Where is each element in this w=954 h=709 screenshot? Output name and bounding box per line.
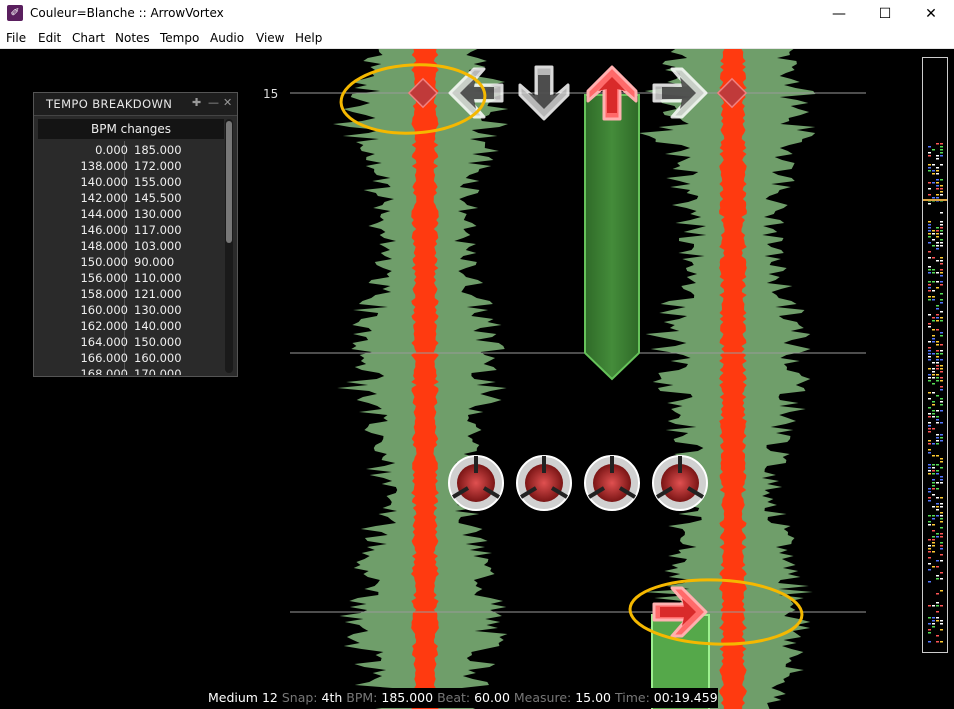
bpm-change-row[interactable]: 164.000 150.000 — [38, 335, 224, 351]
close-button[interactable]: ✕ — [908, 0, 954, 28]
bpm-change-beat: 168.000 — [80, 367, 128, 375]
menu-help[interactable]: Help — [295, 31, 322, 45]
measure-number: 15 — [263, 87, 278, 101]
bpm-change-value: 103.000 — [134, 239, 182, 253]
menu-view[interactable]: View — [256, 31, 284, 45]
bpm-change-row[interactable]: 146.000 117.000 — [38, 223, 224, 239]
bpm-change-beat: 162.000 — [80, 319, 128, 333]
hold-note-up[interactable] — [584, 94, 640, 381]
pin-icon[interactable]: ✚ — [192, 96, 201, 109]
menu-edit[interactable]: Edit — [38, 31, 61, 45]
bpm-change-value: 160.000 — [134, 351, 182, 365]
bpm-change-beat: 142.000 — [80, 191, 128, 205]
title-bar: ✐ Couleur=Blanche :: ArrowVortex — ☐ ✕ — [0, 0, 954, 28]
snap-value: 4th — [321, 690, 343, 705]
bpm-change-beat: 148.000 — [80, 239, 128, 253]
panel-header[interactable]: TEMPO BREAKDOWN ✚ — ✕ — [34, 93, 237, 116]
panel-scrollbar-thumb[interactable] — [226, 121, 232, 243]
menu-notes[interactable]: Notes — [115, 31, 150, 45]
mine-icon[interactable] — [516, 455, 572, 511]
bpm-change-value: 130.000 — [134, 303, 182, 317]
minimize-button[interactable]: — — [816, 0, 862, 28]
bpm-change-value: 121.000 — [134, 287, 182, 301]
bpm-change-beat: 156.000 — [80, 271, 128, 285]
status-bar: Medium 12 Snap: 4th BPM: 185.000 Beat: 6… — [208, 688, 718, 708]
bpm-change-row[interactable]: 144.000 130.000 — [38, 207, 224, 223]
bpm-value: 185.000 — [381, 690, 434, 705]
bpm-change-value: 155.000 — [134, 175, 182, 189]
bpm-change-value: 140.000 — [134, 319, 182, 333]
bpm-change-value: 117.000 — [134, 223, 182, 237]
maximize-button[interactable]: ☐ — [862, 0, 908, 28]
bpm-change-row[interactable]: 162.000 140.000 — [38, 319, 224, 335]
bpm-change-beat: 138.000 — [80, 159, 128, 173]
time-value: 00:19.459 — [653, 690, 718, 705]
bpm-change-beat: 164.000 — [80, 335, 128, 349]
arrow-down-icon[interactable] — [518, 65, 570, 121]
bpm-change-row[interactable]: 150.000 90.000 — [38, 255, 224, 271]
app-icon: ✐ — [7, 5, 23, 21]
panel-minimize-button[interactable]: — — [208, 96, 219, 109]
bpm-change-beat: 0.000 — [95, 143, 128, 157]
tempo-breakdown-panel[interactable]: TEMPO BREAKDOWN ✚ — ✕ BPM changes 0.000 1… — [33, 92, 238, 377]
bpm-change-row[interactable]: 0.000 185.000 — [38, 143, 224, 159]
minimap-notes — [923, 143, 947, 643]
menu-audio[interactable]: Audio — [210, 31, 244, 45]
waveform-left — [333, 49, 509, 709]
menu-chart[interactable]: Chart — [72, 31, 105, 45]
window-title: Couleur=Blanche :: ArrowVortex — [30, 6, 224, 20]
bpm-change-value: 110.000 — [134, 271, 182, 285]
bpm-change-value: 170.000 — [134, 367, 182, 375]
bpm-change-value: 185.000 — [134, 143, 182, 157]
bpm-change-row[interactable]: 158.000 121.000 — [38, 287, 224, 303]
bpm-change-beat: 144.000 — [80, 207, 128, 221]
bpm-change-row[interactable]: 140.000 155.000 — [38, 175, 224, 191]
chart-minimap[interactable] — [922, 57, 948, 653]
bpm-change-beat: 166.000 — [80, 351, 128, 365]
bpm-change-row[interactable]: 148.000 103.000 — [38, 239, 224, 255]
menu-tempo[interactable]: Tempo — [160, 31, 199, 45]
mine-icon[interactable] — [584, 455, 640, 511]
bpm-change-beat: 146.000 — [80, 223, 128, 237]
bpm-change-row[interactable]: 168.000 170.000 — [38, 367, 224, 375]
bpm-change-row[interactable]: 138.000 172.000 — [38, 159, 224, 175]
bpm-change-beat: 158.000 — [80, 287, 128, 301]
bpm-label: BPM: — [346, 690, 378, 705]
measure-label: Measure: — [513, 690, 572, 705]
bpm-change-value: 150.000 — [134, 335, 182, 349]
bpm-change-row[interactable]: 166.000 160.000 — [38, 351, 224, 367]
beat-value: 60.00 — [474, 690, 510, 705]
bpm-change-value: 145.500 — [134, 191, 182, 205]
snap-label: Snap: — [281, 690, 318, 705]
difficulty-meter: 12 — [261, 690, 278, 705]
bpm-changes-list[interactable]: 0.000 185.000 138.000 172.000 140.000 155.000… — [38, 141, 224, 375]
mine-icon[interactable] — [652, 455, 708, 511]
bpm-change-value: 90.000 — [134, 255, 175, 269]
bpm-change-value: 130.000 — [134, 207, 182, 221]
panel-scrollbar[interactable] — [225, 119, 233, 373]
bpm-change-beat: 150.000 — [80, 255, 128, 269]
measure-value: 15.00 — [575, 690, 612, 705]
menu-bar: File Edit Chart Notes Tempo Audio View H… — [0, 28, 954, 49]
time-label: Time: — [615, 690, 650, 705]
panel-title: TEMPO BREAKDOWN — [46, 97, 173, 111]
difficulty-label: Medium — [208, 690, 258, 705]
bpm-change-beat: 140.000 — [80, 175, 128, 189]
beat-label: Beat: — [437, 690, 471, 705]
menu-file[interactable]: File — [6, 31, 26, 45]
editor-canvas[interactable]: 15 TEMPO BREAKDOWN ✚ — ✕ BPM changes 0.0… — [0, 49, 954, 709]
bpm-change-value: 172.000 — [134, 159, 182, 173]
bpm-changes-header: BPM changes — [38, 119, 224, 139]
bpm-change-beat: 160.000 — [80, 303, 128, 317]
bpm-change-row[interactable]: 156.000 110.000 — [38, 271, 224, 287]
bpm-change-row[interactable]: 160.000 130.000 — [38, 303, 224, 319]
bpm-change-row[interactable]: 142.000 145.500 — [38, 191, 224, 207]
mine-icon[interactable] — [448, 455, 504, 511]
panel-close-button[interactable]: ✕ — [223, 96, 232, 109]
